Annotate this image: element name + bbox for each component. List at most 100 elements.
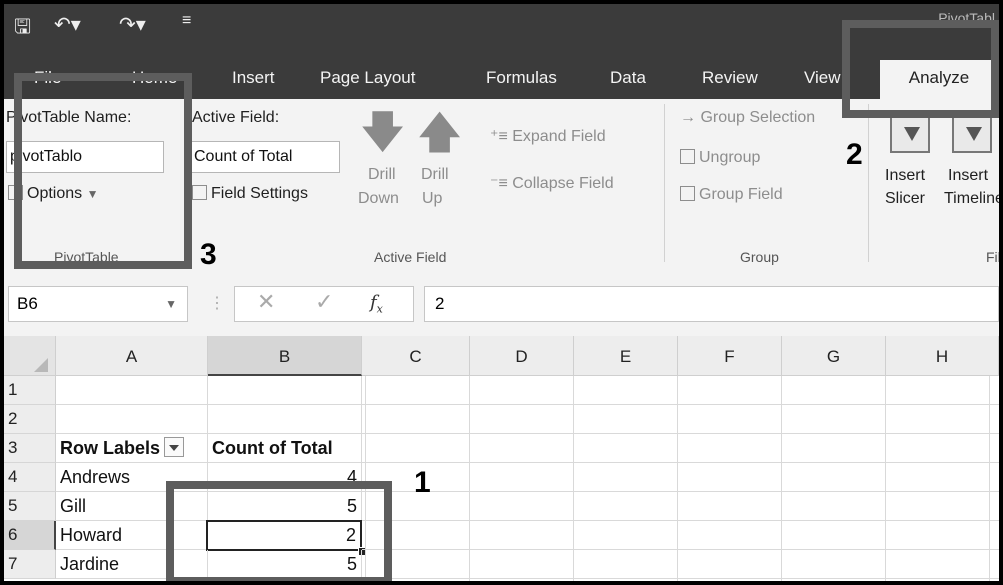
field-settings-button[interactable]: Field Settings <box>192 185 308 203</box>
empty-cells[interactable] <box>362 376 999 581</box>
row-header-7[interactable]: 7 <box>4 550 56 579</box>
col-header-c[interactable]: C <box>362 336 470 376</box>
window-title: PivotTabl <box>938 10 995 26</box>
chevron-down-icon[interactable]: ▼ <box>165 287 177 321</box>
tab-page-layout[interactable]: Page Layout <box>320 68 415 88</box>
ribbon-analyze: PivotTable Name: pivotTablo Options ▼ Pi… <box>4 99 999 272</box>
cell-b3[interactable]: Count of Total <box>208 434 362 463</box>
row-header-2[interactable]: 2 <box>4 405 56 434</box>
pivottable-name-label: PivotTable Name: <box>6 109 132 126</box>
pivottable-name-input[interactable]: pivotTablo <box>6 141 164 173</box>
name-box-value: B6 <box>17 294 38 313</box>
cell-a4[interactable]: Andrews <box>56 463 208 492</box>
tab-analyze[interactable]: Analyze <box>880 60 998 99</box>
options-icon <box>8 185 23 200</box>
collapse-field-label: Collapse Field <box>512 175 614 192</box>
cell-b2[interactable] <box>208 405 362 434</box>
arrow-right-icon: → <box>680 109 696 126</box>
cell-a5[interactable]: Gill <box>56 492 208 521</box>
col-header-d[interactable]: D <box>470 336 574 376</box>
callout-2: 2 <box>846 138 863 171</box>
undo-icon[interactable]: ↶▾ <box>54 12 81 37</box>
enter-icon[interactable]: ✓ <box>315 289 333 315</box>
cell-a2[interactable] <box>56 405 208 434</box>
customize-qat-icon[interactable]: ≡ <box>182 12 191 30</box>
tab-formulas[interactable]: Formulas <box>486 68 557 88</box>
collapse-field-icon: ⁻≡ <box>490 175 508 192</box>
cell-b6-selected[interactable]: 2 <box>206 520 362 551</box>
field-settings-label: Field Settings <box>211 185 308 202</box>
insert-slicer-label-2: Slicer <box>885 190 926 207</box>
worksheet-grid: A B C D E F G H 1 2 3 Row Labels Count o… <box>4 336 999 581</box>
options-button[interactable]: Options ▼ <box>8 185 98 203</box>
row-header-4[interactable]: 4 <box>4 463 56 492</box>
insert-timeline-label-1: Insert <box>948 167 989 184</box>
cell-a3[interactable]: Row Labels <box>56 434 208 463</box>
tab-home[interactable]: Home <box>132 68 177 88</box>
cell-b7[interactable]: 5 <box>208 550 362 579</box>
col-header-a[interactable]: A <box>56 336 208 376</box>
insert-slicer-icon[interactable] <box>890 113 930 153</box>
grip-icon: ⋮ <box>209 295 225 312</box>
tab-review[interactable]: Review <box>702 68 758 88</box>
ungroup-button[interactable]: Ungroup <box>680 149 760 167</box>
tab-data[interactable]: Data <box>610 68 646 88</box>
expand-field-label: Expand Field <box>512 128 606 145</box>
group-field-icon <box>680 186 695 201</box>
group-label-group: Group <box>740 249 779 265</box>
insert-function-icon[interactable]: fx <box>370 292 383 316</box>
drill-up-icon[interactable]: 🡅 <box>417 111 462 155</box>
excel-window: 🖫 ↶▾ ↷▾ ≡ PivotTabl File Home Insert Pag… <box>4 4 999 581</box>
formula-input[interactable]: 2 <box>424 286 999 322</box>
cell-b5[interactable]: 5 <box>208 492 362 521</box>
col-header-h[interactable]: H <box>886 336 999 376</box>
group-selection-button[interactable]: → Group Selection <box>680 109 815 127</box>
select-all-corner[interactable] <box>4 336 56 376</box>
active-field-input[interactable]: Count of Total <box>190 141 340 173</box>
expand-field-button[interactable]: ⁺≡ Expand Field <box>490 126 606 146</box>
name-box[interactable]: B6 ▼ <box>8 286 188 322</box>
row-header-3[interactable]: 3 <box>4 434 56 463</box>
col-header-e[interactable]: E <box>574 336 678 376</box>
drill-up-label-1: Drill <box>421 166 449 183</box>
drill-down-label-2: Down <box>358 190 399 207</box>
ungroup-icon <box>680 149 695 164</box>
drill-down-icon[interactable]: 🡇 <box>360 111 405 155</box>
cell-b4[interactable]: 4 <box>208 463 362 492</box>
cancel-icon[interactable]: ✕ <box>257 289 275 315</box>
row-header-6[interactable]: 6 <box>4 521 56 550</box>
insert-timeline-label-2: Timeline <box>944 190 999 207</box>
tab-view[interactable]: View <box>804 68 841 88</box>
collapse-field-button[interactable]: ⁻≡ Collapse Field <box>490 173 614 193</box>
field-settings-icon <box>192 185 207 200</box>
cell-a6[interactable]: Howard <box>56 521 208 550</box>
options-label: Options <box>27 185 83 202</box>
col-header-b[interactable]: B <box>208 336 362 376</box>
group-label-filter: Filter <box>986 249 999 265</box>
formula-buttons: ✕ ✓ fx <box>234 286 414 322</box>
cell-b1[interactable] <box>208 376 362 405</box>
active-field-label: Active Field: <box>192 109 280 126</box>
cell-a1[interactable] <box>56 376 208 405</box>
ungroup-label: Ungroup <box>699 149 761 166</box>
ribbon-tabs: File Home Insert Page Layout Formulas Da… <box>4 44 999 99</box>
group-field-label: Group Field <box>699 186 783 203</box>
select-all-icon <box>34 358 48 372</box>
filter-dropdown-icon[interactable] <box>164 437 185 457</box>
group-field-button[interactable]: Group Field <box>680 186 783 204</box>
chevron-down-icon: ▼ <box>86 187 99 201</box>
tab-insert[interactable]: Insert <box>232 68 275 88</box>
insert-timeline-icon[interactable] <box>952 113 992 153</box>
row-header-1[interactable]: 1 <box>4 376 56 405</box>
tab-file[interactable]: File <box>34 68 61 88</box>
cell-a7[interactable]: Jardine <box>56 550 208 579</box>
save-icon[interactable]: 🖫 <box>14 12 31 46</box>
row-labels-header: Row Labels <box>60 438 161 458</box>
row-header-5[interactable]: 5 <box>4 492 56 521</box>
expand-field-icon: ⁺≡ <box>490 128 508 145</box>
callout-1: 1 <box>414 466 431 499</box>
col-header-f[interactable]: F <box>678 336 782 376</box>
redo-icon[interactable]: ↷▾ <box>119 12 146 37</box>
col-header-g[interactable]: G <box>782 336 886 376</box>
ribbon-separator <box>187 104 188 262</box>
